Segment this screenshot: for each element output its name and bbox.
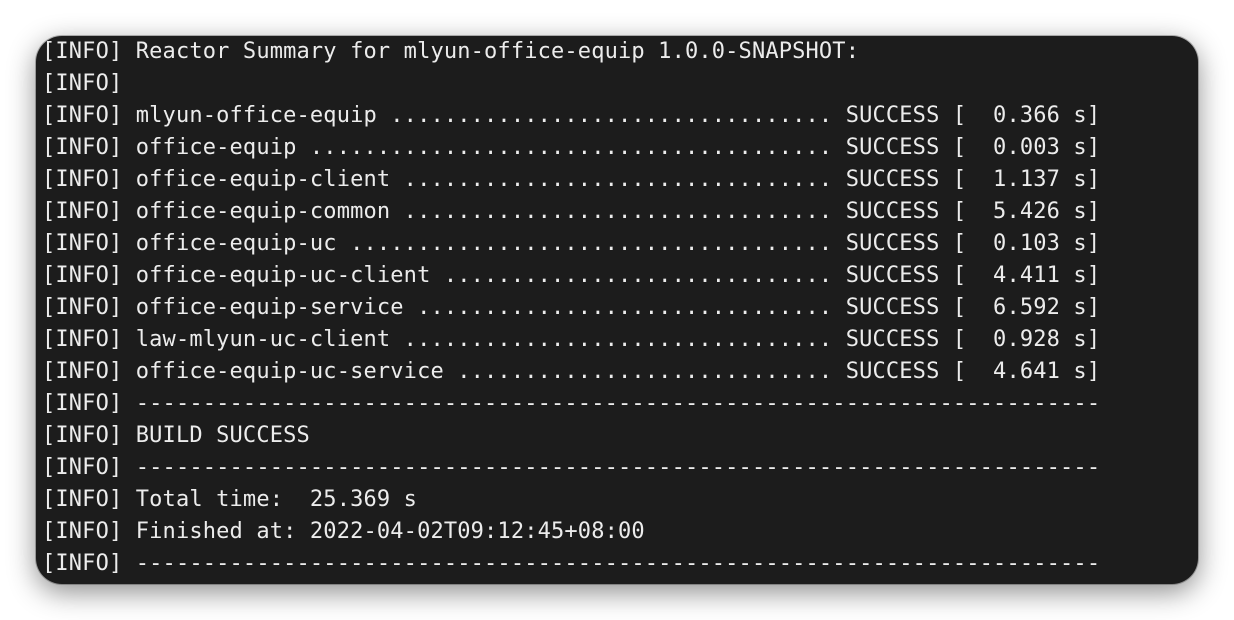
build-log: [INFO] Reactor Summary for mlyun-office-… [42,36,1100,580]
log-line-module-result: [INFO] office-equip-common .............… [42,199,1101,224]
log-line-reactor-summary: [INFO] Reactor Summary for mlyun-office-… [42,39,860,64]
log-line-module-result: [INFO] mlyun-office-equip ..............… [42,103,1101,128]
log-line-module-result: [INFO] office-equip-uc-client ..........… [42,263,1101,288]
log-line-total-time: [INFO] Total time: 25.369 s [42,487,418,512]
log-line-module-result: [INFO] office-equip-service ............… [42,295,1101,320]
terminal-window[interactable]: [INFO] Reactor Summary for mlyun-office-… [36,36,1198,584]
log-line-separator: [INFO] ---------------------------------… [42,391,1101,416]
log-line-module-result: [INFO] office-equip-uc-service .........… [42,359,1101,384]
log-line-separator: [INFO] ---------------------------------… [42,551,1101,576]
log-line-finished-at: [INFO] Finished at: 2022-04-02T09:12:45+… [42,519,645,544]
log-line-module-result: [INFO] law-mlyun-uc-client .............… [42,327,1101,352]
log-line-module-result: [INFO] office-equip-uc .................… [42,231,1101,256]
log-line-blank: [INFO] [42,71,123,96]
log-line-module-result: [INFO] office-equip-client .............… [42,167,1101,192]
log-line-separator: [INFO] ---------------------------------… [42,455,1101,480]
log-line-build-status: [INFO] BUILD SUCCESS [42,423,310,448]
log-line-module-result: [INFO] office-equip ....................… [42,135,1101,160]
